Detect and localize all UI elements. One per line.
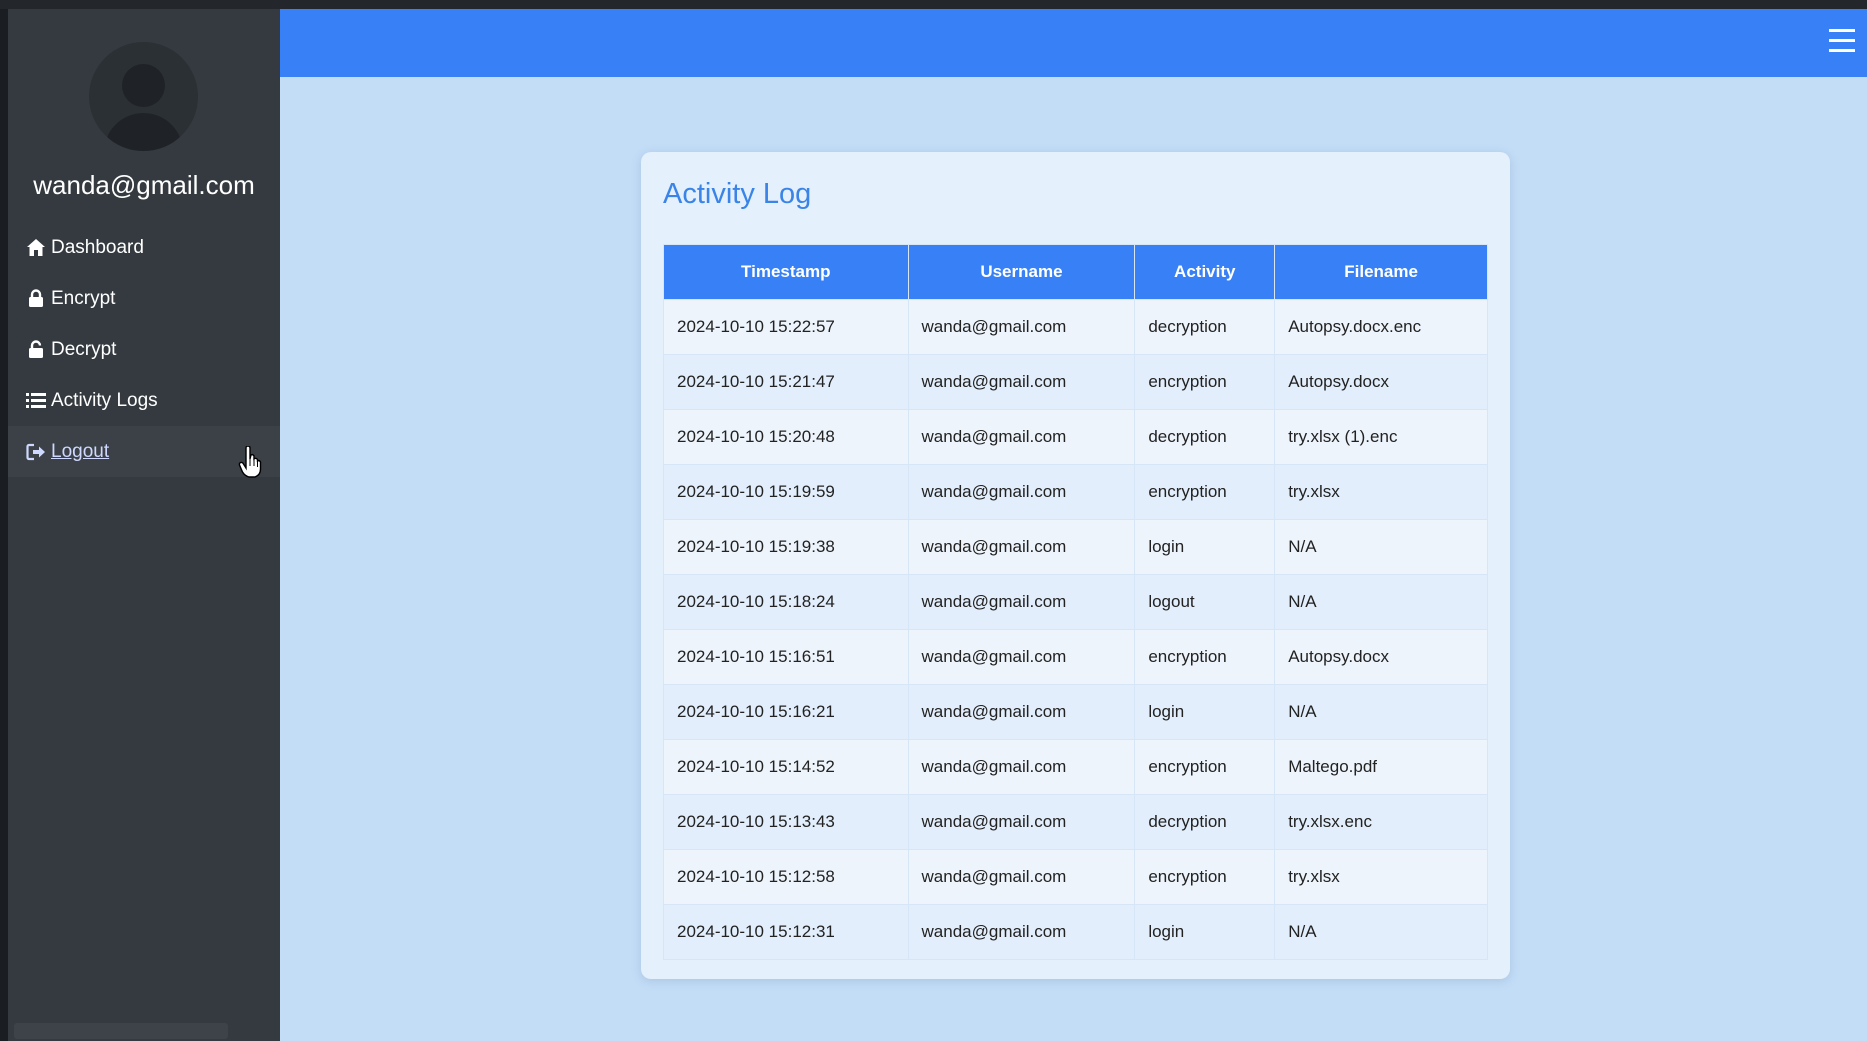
sidebar-item-encrypt[interactable]: Encrypt (8, 273, 280, 324)
timestamp-cell: 2024-10-10 15:13:43 (663, 794, 909, 850)
lock-icon (25, 288, 47, 310)
table-row: 2024-10-10 15:12:58 wanda@gmail.com encryp… (663, 849, 1488, 905)
activity-cell: encryption (1134, 629, 1276, 685)
sidebar-item-activity-logs[interactable]: Activity Logs (8, 375, 280, 426)
username-cell: wanda@gmail.com (907, 409, 1136, 465)
table-row: 2024-10-10 15:19:38 wanda@gmail.com login N… (663, 519, 1488, 575)
table-row: 2024-10-10 15:16:51 wanda@gmail.com encryp… (663, 629, 1488, 685)
activity-cell: login (1134, 904, 1276, 960)
activity-cell: login (1134, 684, 1276, 740)
username-cell: wanda@gmail.com (907, 299, 1136, 355)
sidebar-item-dashboard[interactable]: Dashboard (8, 222, 280, 273)
timestamp-cell: 2024-10-10 15:19:59 (663, 464, 909, 520)
page-title: Activity Log (663, 178, 812, 210)
sidebar: wanda@gmail.com Dashboard Encrypt Decryp… (8, 9, 280, 1041)
username-cell: wanda@gmail.com (907, 849, 1136, 905)
table-body: 2024-10-10 15:22:57 wanda@gmail.com decryp… (663, 299, 1488, 960)
activity-cell: encryption (1134, 739, 1276, 795)
avatar (89, 42, 198, 151)
table-row: 2024-10-10 15:19:59 wanda@gmail.com encryp… (663, 464, 1488, 520)
sidebar-nav: Dashboard Encrypt Decrypt Activity Logs (8, 222, 280, 477)
timestamp-cell: 2024-10-10 15:12:58 (663, 849, 909, 905)
sidebar-item-label: Activity Logs (51, 389, 158, 411)
filename-cell: N/A (1274, 574, 1488, 630)
home-icon (25, 237, 47, 259)
username-cell: wanda@gmail.com (907, 904, 1136, 960)
username-cell: wanda@gmail.com (907, 629, 1136, 685)
table-row: 2024-10-10 15:20:48 wanda@gmail.com decryp… (663, 409, 1488, 465)
activity-log-table: Timestamp Username Activity Filename 202… (663, 244, 1488, 960)
filename-cell: try.xlsx (1274, 849, 1488, 905)
filename-cell: N/A (1274, 684, 1488, 740)
window-top-bar (0, 0, 1867, 9)
activity-log-card: Activity Log Timestamp Username Activity… (641, 152, 1510, 979)
timestamp-cell: 2024-10-10 15:20:48 (663, 409, 909, 465)
activity-cell: decryption (1134, 299, 1276, 355)
main-content: Activity Log Timestamp Username Activity… (280, 9, 1867, 1041)
filename-cell: try.xlsx (1).enc (1274, 409, 1488, 465)
filename-cell: try.xlsx (1274, 464, 1488, 520)
hamburger-menu-icon[interactable] (1829, 29, 1855, 53)
timestamp-cell: 2024-10-10 15:16:51 (663, 629, 909, 685)
activity-cell: login (1134, 519, 1276, 575)
column-header-username: Username (907, 244, 1136, 300)
column-header-timestamp: Timestamp (663, 244, 909, 300)
username-cell: wanda@gmail.com (907, 574, 1136, 630)
username-cell: wanda@gmail.com (907, 684, 1136, 740)
filename-cell: Autopsy.docx (1274, 354, 1488, 410)
filename-cell: Maltego.pdf (1274, 739, 1488, 795)
timestamp-cell: 2024-10-10 15:16:21 (663, 684, 909, 740)
timestamp-cell: 2024-10-10 15:18:24 (663, 574, 909, 630)
timestamp-cell: 2024-10-10 15:19:38 (663, 519, 909, 575)
filename-cell: Autopsy.docx.enc (1274, 299, 1488, 355)
username-cell: wanda@gmail.com (907, 794, 1136, 850)
unlock-icon (25, 339, 47, 361)
column-header-activity: Activity (1134, 244, 1276, 300)
activity-cell: encryption (1134, 464, 1276, 520)
activity-cell: encryption (1134, 849, 1276, 905)
sidebar-scrollbar[interactable] (14, 1023, 228, 1039)
table-row: 2024-10-10 15:21:47 wanda@gmail.com encryp… (663, 354, 1488, 410)
table-row: 2024-10-10 15:18:24 wanda@gmail.com logout… (663, 574, 1488, 630)
filename-cell: try.xlsx.enc (1274, 794, 1488, 850)
username-cell: wanda@gmail.com (907, 354, 1136, 410)
avatar-head (122, 64, 165, 107)
timestamp-cell: 2024-10-10 15:22:57 (663, 299, 909, 355)
timestamp-cell: 2024-10-10 15:14:52 (663, 739, 909, 795)
user-email: wanda@gmail.com (33, 170, 255, 200)
top-navbar (280, 9, 1867, 77)
timestamp-cell: 2024-10-10 15:21:47 (663, 354, 909, 410)
activity-cell: logout (1134, 574, 1276, 630)
app-window: wanda@gmail.com Dashboard Encrypt Decryp… (0, 0, 1867, 1041)
activity-cell: encryption (1134, 354, 1276, 410)
avatar-body (104, 113, 183, 151)
filename-cell: N/A (1274, 519, 1488, 575)
sidebar-item-label: Decrypt (51, 338, 117, 360)
username-cell: wanda@gmail.com (907, 464, 1136, 520)
filename-cell: Autopsy.docx (1274, 629, 1488, 685)
table-header-row: Timestamp Username Activity Filename (663, 244, 1488, 300)
activity-cell: decryption (1134, 409, 1276, 465)
sidebar-item-label: Encrypt (51, 287, 116, 309)
table-row: 2024-10-10 15:22:57 wanda@gmail.com decryp… (663, 299, 1488, 355)
list-icon (25, 390, 47, 412)
table-row: 2024-10-10 15:13:43 wanda@gmail.com decryp… (663, 794, 1488, 850)
column-header-filename: Filename (1274, 244, 1488, 300)
username-cell: wanda@gmail.com (907, 519, 1136, 575)
activity-cell: decryption (1134, 794, 1276, 850)
table-row: 2024-10-10 15:16:21 wanda@gmail.com login N… (663, 684, 1488, 740)
sidebar-item-label: Logout (51, 440, 110, 462)
table-row: 2024-10-10 15:12:31 wanda@gmail.com login N… (663, 904, 1488, 960)
timestamp-cell: 2024-10-10 15:12:31 (663, 904, 909, 960)
username-cell: wanda@gmail.com (907, 739, 1136, 795)
sign-out-icon (25, 441, 47, 463)
table-row: 2024-10-10 15:14:52 wanda@gmail.com encryp… (663, 739, 1488, 795)
pointer-hand-icon (238, 445, 264, 483)
filename-cell: N/A (1274, 904, 1488, 960)
sidebar-item-decrypt[interactable]: Decrypt (8, 324, 280, 375)
sidebar-item-label: Dashboard (51, 236, 144, 258)
